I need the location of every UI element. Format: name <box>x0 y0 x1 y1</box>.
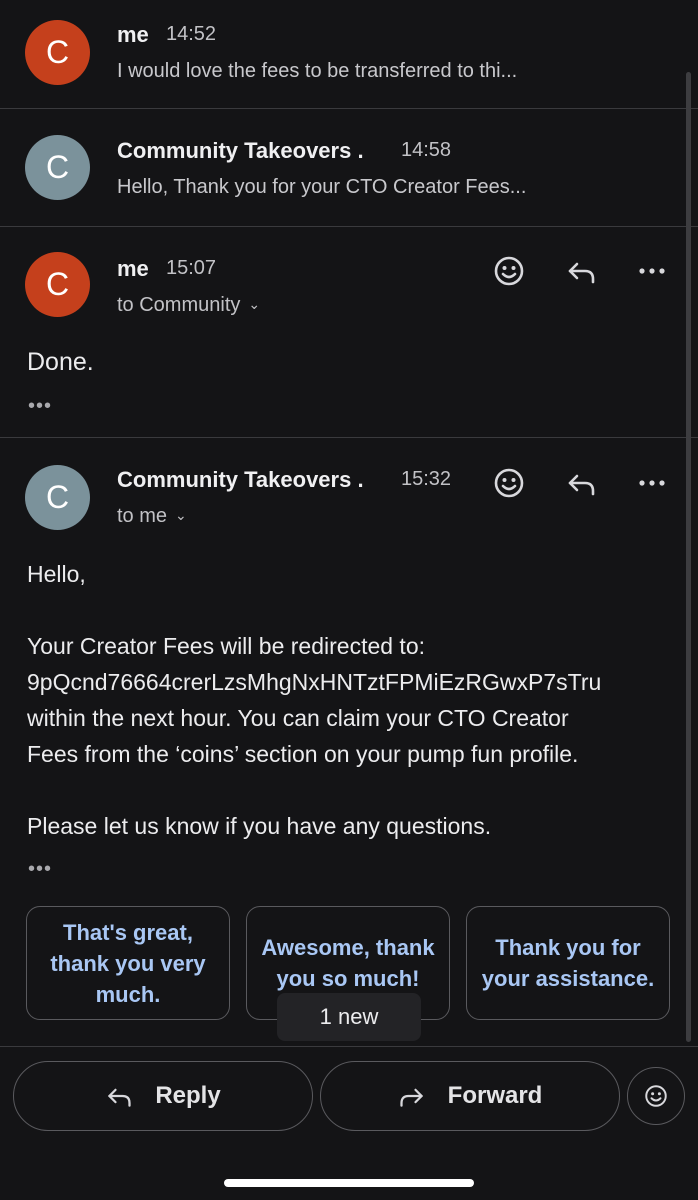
reply-label: Reply <box>155 1082 221 1109</box>
sender-name: Community Takeovers . <box>117 467 364 492</box>
scrollbar[interactable] <box>686 72 691 1042</box>
reply-icon <box>568 474 595 496</box>
reply-button[interactable] <box>561 251 601 291</box>
wallet-address: 9pQcnd76664crerLzsMhgNxHNTztFPMiEzRGwxP7… <box>27 669 602 695</box>
message-time: 14:52 <box>166 23 217 45</box>
chevron-down-icon: ⌄ <box>248 296 261 312</box>
avatar: C <box>25 135 90 200</box>
emoji-reaction-button[interactable] <box>489 463 529 503</box>
emoji-icon <box>494 468 524 498</box>
message-collapsed-1[interactable]: C me 14:52 I would love the fees to be t… <box>0 0 698 108</box>
smart-reply-chip[interactable]: That's great, thank you very much. <box>26 906 230 1020</box>
more-options-button[interactable] <box>632 463 672 503</box>
more-icon <box>639 480 665 486</box>
message-expanded-4: C Community Takeovers . 15:32 to me ⌄ Hel… <box>0 438 698 898</box>
smart-reply-chip[interactable]: Thank you for your assistance. <box>466 906 670 1020</box>
message-body-line: within the next hour. You can claim your… <box>27 705 569 731</box>
message-body-line: Fees from the ‘coins’ section on your pu… <box>27 741 579 767</box>
new-message-toast[interactable]: 1 new <box>277 993 421 1041</box>
home-indicator[interactable] <box>224 1179 474 1187</box>
avatar: C <box>25 252 90 317</box>
message-time: 15:07 <box>166 257 217 279</box>
reply-button[interactable] <box>561 463 601 503</box>
sender-name: me <box>117 256 149 281</box>
emoji-icon <box>494 256 524 286</box>
avatar: C <box>25 465 90 530</box>
sender-name: me <box>117 22 149 47</box>
divider <box>0 1046 698 1047</box>
avatar: C <box>25 20 90 85</box>
message-collapsed-2[interactable]: C Community Takeovers . 14:58 Hello, Tha… <box>0 109 698 226</box>
message-snippet: Hello, Thank you for your CTO Creator Fe… <box>117 176 527 198</box>
message-time: 14:58 <box>401 139 452 161</box>
reply-icon <box>568 262 595 284</box>
message-time: 15:32 <box>401 468 452 490</box>
emoji-icon <box>645 1085 667 1107</box>
show-trimmed-content-button[interactable]: ••• <box>28 858 52 881</box>
recipient-details-toggle[interactable]: to me ⌄ <box>117 505 187 528</box>
message-snippet: I would love the fees to be transferred … <box>117 60 518 82</box>
message-body-greeting: Hello, <box>27 561 86 587</box>
emoji-reaction-button[interactable] <box>627 1067 685 1125</box>
forward-label: Forward <box>447 1082 543 1109</box>
chevron-down-icon: ⌄ <box>175 507 187 523</box>
forward-button[interactable]: Forward <box>320 1061 620 1131</box>
more-icon <box>639 268 665 274</box>
reply-icon <box>108 1088 131 1107</box>
more-options-button[interactable] <box>632 251 672 291</box>
message-body-line: Please let us know if you have any quest… <box>27 813 492 839</box>
forward-icon <box>400 1088 423 1107</box>
recipient-details-toggle[interactable]: to Community ⌄ <box>117 294 260 317</box>
message-body-line: Your Creator Fees will be redirected to: <box>27 633 426 659</box>
recipient-label: to Community <box>117 294 241 316</box>
emoji-reaction-button[interactable] <box>489 251 529 291</box>
sender-name: Community Takeovers . <box>117 138 364 163</box>
recipient-label: to me <box>117 505 168 527</box>
show-trimmed-content-button[interactable]: ••• <box>28 395 52 418</box>
message-expanded-3: C me 15:07 to Community ⌄ Done. ••• <box>0 227 698 437</box>
message-body: Done. <box>27 348 94 376</box>
reply-button[interactable]: Reply <box>13 1061 313 1131</box>
